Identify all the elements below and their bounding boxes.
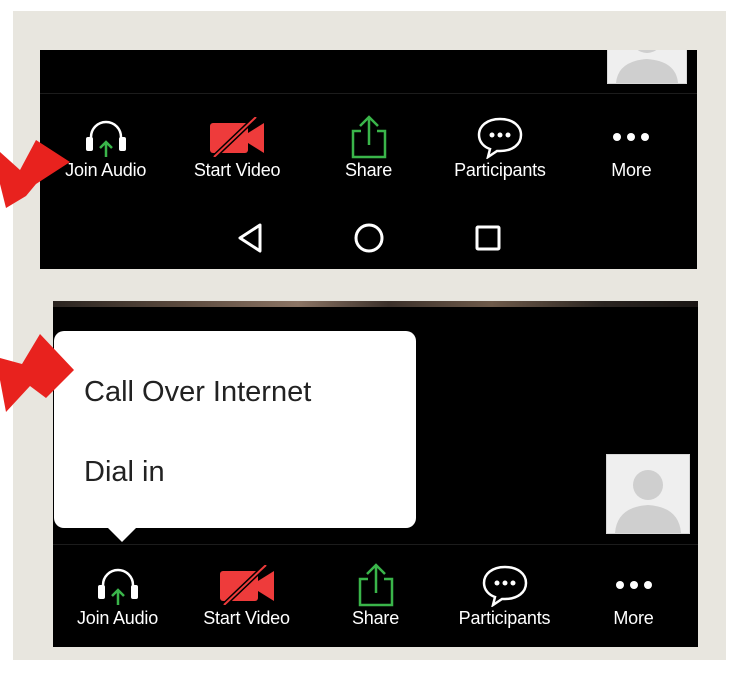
more-dots-icon [609,114,653,160]
join-audio-label: Join Audio [76,608,159,628]
meeting-screen-top: Join Audio Start Video Share Participant… [40,50,697,269]
chat-bubble-icon [480,562,530,608]
headphones-join-icon [95,562,141,608]
share-button[interactable]: Share [311,551,440,631]
home-circle-icon[interactable] [352,221,386,255]
participant-avatar [606,454,690,534]
video-off-icon [218,562,276,608]
participants-label: Participants [454,160,546,180]
join-audio-button[interactable]: Join Audio [53,551,182,631]
share-upload-icon [356,562,396,608]
start-video-label: Start Video [193,160,281,180]
annotation-arrow-icon [0,140,70,208]
video-off-icon [208,114,266,160]
share-label: Share [351,608,400,628]
participants-label: Participants [458,608,551,628]
participants-button[interactable]: Participants [440,551,569,631]
android-navigation-bar [40,207,697,269]
recents-square-icon[interactable] [471,221,505,255]
start-video-button[interactable]: Start Video [182,551,311,631]
participant-avatar [607,50,687,84]
more-label: More [611,160,652,180]
share-upload-icon [349,114,389,160]
more-button[interactable]: More [569,551,698,631]
join-audio-label: Join Audio [65,160,147,180]
annotation-arrow-icon [0,334,74,412]
more-label: More [613,608,654,628]
toolbar-divider [40,93,697,94]
meeting-toolbar: Join Audio Start Video Share Participant… [40,105,697,183]
start-video-button[interactable]: Start Video [171,105,302,183]
share-label: Share [344,160,393,180]
share-button[interactable]: Share [303,105,434,183]
call-over-internet-option[interactable]: Call Over Internet [84,376,311,409]
chat-bubble-icon [475,114,525,160]
dial-in-option[interactable]: Dial in [84,456,165,489]
join-audio-popup: Call Over Internet Dial in [54,331,416,542]
video-background [53,301,698,307]
toolbar-divider [53,544,698,545]
back-triangle-icon[interactable] [233,221,267,255]
meeting-toolbar: Join Audio Start Video Share Participant… [53,551,698,631]
participants-button[interactable]: Participants [434,105,565,183]
start-video-label: Start Video [203,608,290,628]
more-dots-icon [612,562,656,608]
more-button[interactable]: More [566,105,697,183]
headphones-join-icon [83,114,129,160]
